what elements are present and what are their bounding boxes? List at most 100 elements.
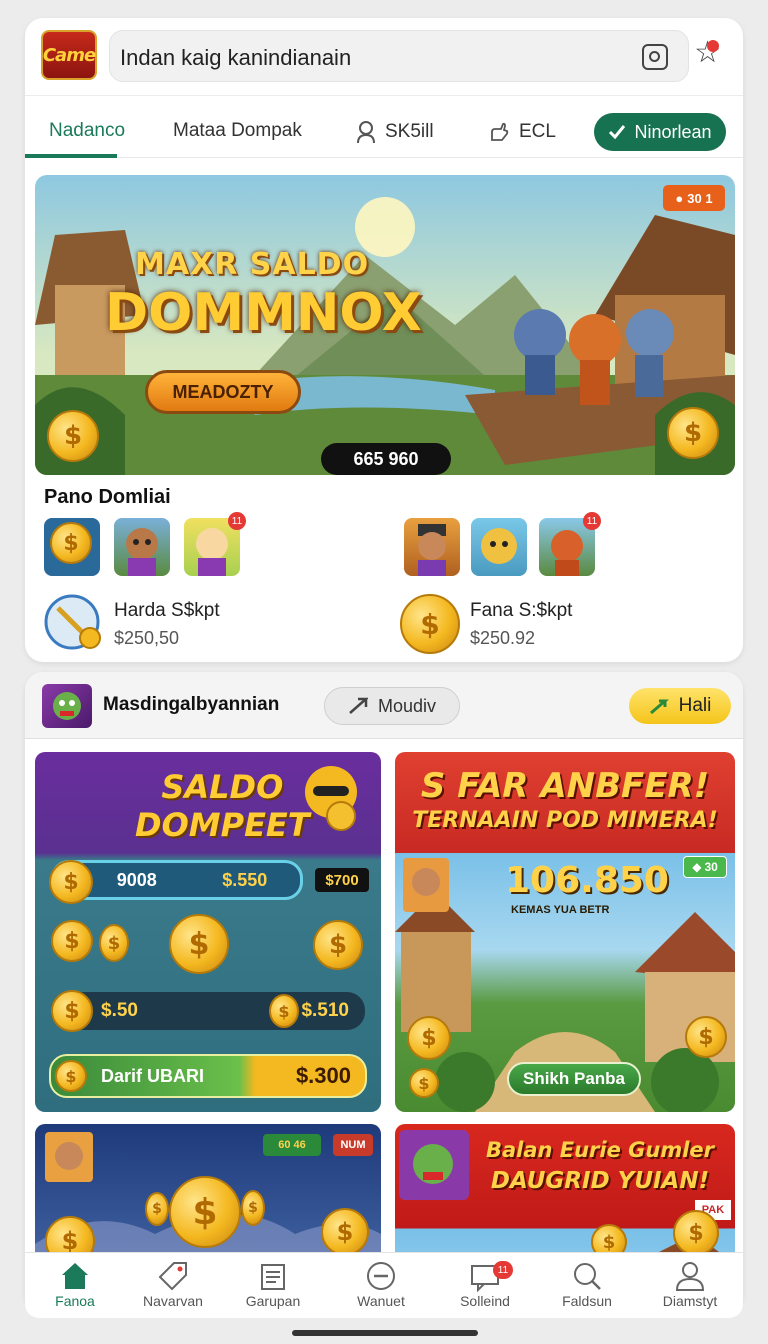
promo-card-offer[interactable]: S FAR ANBFER! TERNAAIN POD MIMERA! 106.8… <box>395 752 735 1112</box>
coin-icon: $ <box>169 1176 241 1248</box>
badge-text: 30 <box>704 860 718 874</box>
title-line: Balan Eurie Gumler <box>485 1138 715 1162</box>
home-indicator <box>292 1330 478 1336</box>
nav-item-fanoa[interactable]: Fanoa <box>25 1259 125 1317</box>
camera-icon[interactable] <box>642 44 668 70</box>
game-thumb-character[interactable] <box>114 518 170 576</box>
nav-item-garupan[interactable]: Garupan <box>223 1259 323 1317</box>
title-line: SALDO <box>161 768 284 806</box>
coin-icon: ● <box>675 190 684 206</box>
bar-value: $.550 <box>222 869 268 890</box>
nav-item-diamstyt[interactable]: Diamstyt <box>640 1259 740 1317</box>
character-icon <box>53 692 81 720</box>
notification-badge: 11 <box>493 1261 513 1279</box>
hali-button[interactable]: Hali <box>629 688 731 724</box>
section-title: Pano Domliai <box>44 486 171 508</box>
ninorlean-button[interactable]: Ninorlean <box>594 113 726 151</box>
hero-cta-button[interactable]: MEADOZTY <box>145 370 301 414</box>
coin-icon: $ <box>407 1016 451 1060</box>
coin-icon: $ <box>667 407 719 459</box>
promo-badge: ◆ 30 <box>683 856 727 878</box>
coin-icon: $ <box>51 990 93 1032</box>
nav-item-navarvan[interactable]: Navarvan <box>123 1259 223 1317</box>
search-input[interactable]: Indan kaig kanindianain <box>120 45 351 71</box>
nav-item-wanuet[interactable]: Wanuet <box>331 1259 431 1317</box>
character-icon <box>126 528 158 576</box>
tag-icon <box>158 1262 187 1291</box>
game-list-item[interactable]: $ Fana S:$kpt $250.92 <box>400 594 730 654</box>
nav-label: Wanuet <box>357 1293 405 1309</box>
arrow-icon <box>649 699 669 715</box>
character-icon <box>418 524 446 576</box>
category-avatar[interactable] <box>42 684 92 728</box>
game-price: $250.92 <box>470 628 536 648</box>
nav-label: Navarvan <box>143 1293 203 1309</box>
coin-icon: $ <box>51 920 93 962</box>
badge-text: 30 1 <box>687 190 713 206</box>
coin-icon: $ <box>49 860 93 904</box>
user-icon <box>357 121 375 144</box>
button-label: Moudiv <box>377 695 437 716</box>
promo-tag: NUM <box>333 1134 373 1156</box>
coin-icon: $ <box>145 1192 169 1226</box>
hero-title-line1: MAXR SALDO <box>135 247 370 282</box>
tab-nadanco[interactable]: Nadanco <box>49 120 125 142</box>
game-list-item[interactable]: Harda S$kpt $250,50 <box>44 594 374 654</box>
coin-icon: $ <box>47 410 99 462</box>
coin-icon: $ <box>400 594 460 654</box>
bottom-navigation: Fanoa Navarvan Garupan Wanuet 11 Sollein… <box>25 1252 743 1318</box>
promo-badge: 60 46 <box>263 1134 321 1156</box>
game-thumb-character[interactable] <box>471 518 527 576</box>
game-name: Harda S$kpt <box>114 600 220 621</box>
profile-icon <box>675 1262 705 1291</box>
character-icon <box>481 528 517 564</box>
coin-icon: $ <box>313 920 363 970</box>
coin-icon: $ <box>169 914 229 974</box>
game-name: Fana S:$kpt <box>470 600 573 621</box>
search-bar[interactable]: Indan kaig kanindianain <box>109 30 689 82</box>
tabs-baseline <box>25 157 743 158</box>
mascot-icon <box>305 766 357 831</box>
moudiv-button[interactable]: Moudiv <box>324 687 460 725</box>
search-icon <box>574 1263 601 1290</box>
hero-title-line2: DOMMNOX <box>105 283 422 343</box>
bar-value: 9008 <box>116 869 157 890</box>
notification-badge: 11 <box>228 512 246 530</box>
tab-ecl[interactable]: ECL <box>487 120 556 144</box>
promo-title: Balan Eurie Gumler DAUGRID YUIAN! <box>475 1138 725 1194</box>
coin-icon: $ <box>321 1208 369 1256</box>
coin-icon: $ <box>50 522 92 564</box>
tab-sk5ill[interactable]: SK5ill <box>355 120 434 144</box>
hand-icon <box>491 122 509 141</box>
category-title: Masdingalbyannian <box>103 694 280 715</box>
bar-value: $.300 <box>295 1063 351 1088</box>
button-label: Hali <box>678 695 712 716</box>
hero-banner[interactable]: MAXR SALDO DOMMNOX MEADOZTY 665 960 ● 30 … <box>35 175 735 475</box>
category-divider <box>25 738 743 739</box>
app-logo[interactable]: Came <box>41 30 97 80</box>
shikh-panba-button[interactable]: Shikh Panba <box>507 1062 641 1096</box>
game-thumb-character[interactable] <box>404 518 460 576</box>
nav-label: Garupan <box>245 1293 301 1309</box>
title-line: DOMPEET <box>135 806 310 844</box>
promo-subtitle: TERNAAIN POD MIMERA! <box>412 808 718 833</box>
hero-counter: 665 960 <box>321 443 451 475</box>
promo-card-saldo[interactable]: SALDO DOMPEET 9008 $.550 $700 $ $ $ $ $ $… <box>35 752 381 1112</box>
nav-label: Diamstyt <box>662 1293 718 1309</box>
tab-label: Nadanco <box>49 120 126 141</box>
promo-caption: KEMAS YUA BETR <box>511 904 610 916</box>
tab-label: Mataa Dompak <box>173 120 302 141</box>
promo-title: S FAR ANBFER! <box>420 766 710 806</box>
promo-title: SALDO DOMPEET <box>135 768 310 844</box>
coin-icon: $ <box>685 1016 727 1058</box>
claim-bar[interactable]: Darif UBARI $.300 <box>49 1054 367 1098</box>
nav-item-faldsun[interactable]: Faldsun <box>537 1259 637 1317</box>
bar-value: $.510 <box>301 1000 349 1021</box>
tab-mataa-dompak[interactable]: Mataa Dompak <box>173 120 302 142</box>
nav-item-solleind[interactable]: 11 Solleind <box>435 1259 535 1317</box>
document-icon <box>261 1264 285 1290</box>
nav-label: Faldsun <box>562 1293 612 1309</box>
tab-label: SK5ill <box>385 121 434 142</box>
game-price: $250,50 <box>114 628 180 648</box>
game-thumb-coin[interactable]: $ <box>44 518 100 576</box>
